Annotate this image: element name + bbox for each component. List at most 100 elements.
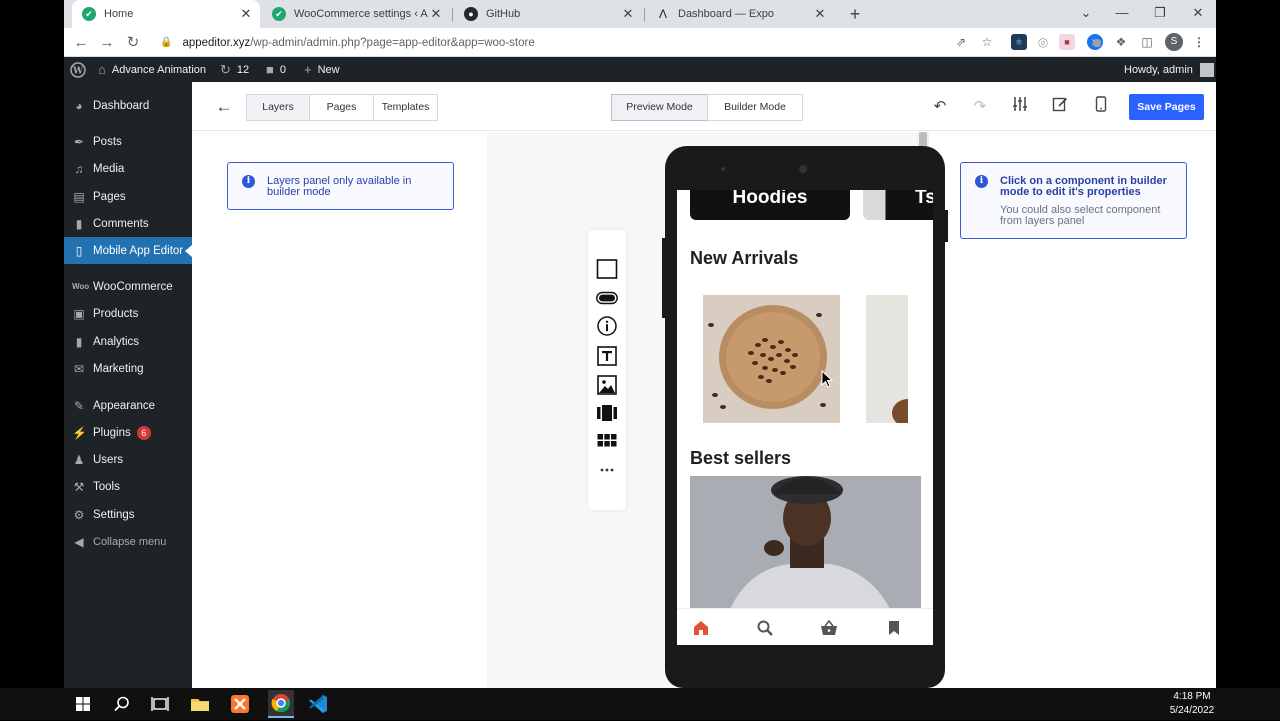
woo-icon: Woo: [72, 281, 90, 291]
avatar: [1199, 62, 1214, 77]
sidebar-item-pages[interactable]: ▤ Pages: [64, 183, 192, 210]
restore-icon[interactable]: ❐: [1142, 0, 1178, 28]
tab-expo[interactable]: Λ Dashboard — Expo ✕: [646, 0, 834, 28]
close-icon[interactable]: ✕: [812, 6, 828, 22]
puzzle-icon[interactable]: ❖: [1113, 34, 1129, 50]
menu-dots-icon[interactable]: ⋮: [1191, 34, 1207, 50]
back-icon[interactable]: ←: [70, 32, 92, 54]
grid-component-icon[interactable]: [596, 430, 618, 452]
category-label: Hoodies: [732, 190, 808, 208]
close-window-icon[interactable]: ✕: [1180, 0, 1216, 28]
category-card-tshirts[interactable]: Ts: [863, 190, 933, 220]
sidebar-item-plugins[interactable]: ⚡ Plugins 6: [64, 419, 192, 446]
sidebar-item-comments[interactable]: ▮ Comments: [64, 210, 192, 237]
more-components-icon[interactable]: [596, 459, 618, 481]
close-icon[interactable]: ✕: [620, 6, 636, 22]
tab-layers[interactable]: Layers: [246, 94, 310, 121]
sidebar-item-label: Tools: [93, 480, 120, 493]
tab-home[interactable]: ✔ Home ✕: [72, 0, 260, 28]
sidebar-item-marketing[interactable]: ✉ Marketing: [64, 355, 192, 382]
sidebar-item-settings[interactable]: ⚙ Settings: [64, 501, 192, 528]
save-pages-button[interactable]: Save Pages: [1129, 94, 1204, 120]
undo-icon[interactable]: ↶: [929, 96, 951, 118]
edit-icon[interactable]: [1049, 96, 1071, 118]
color-picker-icon[interactable]: ■: [1059, 34, 1075, 50]
sidebar-item-products[interactable]: ▣ Products: [64, 300, 192, 327]
product-image-sweater[interactable]: [690, 476, 921, 609]
category-label: Ts: [915, 190, 933, 208]
sidebar-item-appearance[interactable]: ✎ Appearance: [64, 392, 192, 419]
carousel-component-icon[interactable]: [596, 402, 618, 424]
url-host: appeditor.xyz: [182, 36, 251, 49]
globe-icon[interactable]: ◎: [1035, 34, 1051, 50]
image-component-icon[interactable]: [596, 374, 618, 396]
tab-pages[interactable]: Pages: [309, 94, 374, 121]
plus-icon: +: [304, 62, 312, 77]
bookmark-icon[interactable]: [885, 619, 903, 637]
sidebar-item-media[interactable]: ♫ Media: [64, 155, 192, 182]
task-view-icon[interactable]: [148, 692, 172, 716]
product-image-partial[interactable]: [866, 295, 908, 423]
clock-date: 5/24/2022: [1169, 705, 1215, 716]
new-arrivals-title: New Arrivals: [690, 248, 799, 268]
button-component-icon[interactable]: [596, 287, 618, 309]
react-devtools-icon[interactable]: ⚛: [1011, 34, 1027, 50]
close-icon[interactable]: ✕: [428, 6, 444, 22]
redo-icon[interactable]: ↷: [969, 96, 991, 118]
sidebar-item-woocommerce[interactable]: Woo WooCommerce: [64, 273, 192, 300]
sliders-icon[interactable]: [1009, 96, 1031, 118]
search-icon[interactable]: [756, 619, 774, 637]
sidebar-item-users[interactable]: ♟ Users: [64, 446, 192, 473]
comments-link[interactable]: ■ 0: [266, 57, 286, 82]
tab-woocommerce-settings[interactable]: ✔ WooCommerce settings ‹ Advanc ✕: [262, 0, 450, 28]
tab-search-icon[interactable]: ⌄: [1068, 0, 1104, 28]
sidebar-item-label: Comments: [93, 217, 149, 230]
sidebar-item-dashboard[interactable]: ◕ Dashboard: [64, 92, 192, 119]
wordpress-logo-icon[interactable]: W: [70, 57, 86, 82]
editor-toolbar: ← Layers Pages Templates Preview Mode Bu…: [192, 82, 1216, 131]
browser-toolbar: ← → ↻ 🔒 appeditor.xyz/wp-admin/admin.php…: [64, 28, 1216, 57]
mobile-device-icon[interactable]: [1090, 96, 1112, 118]
info-component-icon[interactable]: [596, 315, 618, 337]
text-component-icon[interactable]: [596, 345, 618, 367]
bookmark-star-icon[interactable]: ☆: [979, 34, 995, 50]
sidebar-item-posts[interactable]: ✒ Posts: [64, 128, 192, 155]
back-arrow-icon[interactable]: ←: [212, 95, 236, 119]
tab-separator: [644, 8, 645, 22]
reload-icon[interactable]: ↻: [122, 32, 144, 54]
side-panel-icon[interactable]: ◫: [1139, 34, 1155, 50]
home-icon[interactable]: [692, 619, 710, 637]
close-icon[interactable]: ✕: [238, 6, 254, 22]
sidebar-item-analytics[interactable]: ▮ Analytics: [64, 328, 192, 355]
site-name-link[interactable]: ⌂ Advance Animation: [98, 57, 206, 82]
new-content-link[interactable]: + New: [304, 57, 340, 82]
sidebar-item-mobile-app-editor[interactable]: ▯ Mobile App Editor: [64, 237, 192, 264]
properties-notice-text: Click on a component in builder mode to …: [1000, 175, 1167, 198]
collapse-menu-button[interactable]: ◀ Collapse menu: [64, 528, 192, 555]
file-explorer-icon[interactable]: [188, 692, 212, 716]
chrome-taskbar-icon[interactable]: [268, 690, 294, 718]
forward-icon[interactable]: →: [96, 32, 118, 54]
category-card-hoodies[interactable]: Hoodies: [690, 190, 850, 220]
minimize-icon[interactable]: —: [1104, 0, 1140, 28]
windows-start-icon[interactable]: [71, 692, 95, 716]
share-icon[interactable]: ⇗: [953, 34, 969, 50]
basket-icon[interactable]: [820, 619, 838, 637]
sidebar-item-label: Plugins: [93, 426, 131, 439]
tab-templates[interactable]: Templates: [373, 94, 438, 121]
tab-builder-mode[interactable]: Builder Mode: [707, 94, 803, 121]
sidebar-item-tools[interactable]: ⚒ Tools: [64, 473, 192, 500]
container-component-icon[interactable]: [596, 258, 618, 280]
vscode-icon[interactable]: [306, 692, 330, 716]
profile-avatar[interactable]: S: [1165, 33, 1183, 51]
xampp-icon[interactable]: [228, 692, 252, 716]
tab-preview-mode[interactable]: Preview Mode: [611, 94, 708, 121]
my-account-link[interactable]: Howdy, admin: [1124, 57, 1214, 82]
new-tab-button[interactable]: +: [844, 3, 866, 25]
address-bar[interactable]: 🔒 appeditor.xyz/wp-admin/admin.php?page=…: [156, 31, 1036, 54]
search-icon[interactable]: [110, 692, 134, 716]
updates-link[interactable]: ↻ 12: [220, 57, 249, 82]
system-clock[interactable]: 4:18 PM 5/24/2022: [1160, 690, 1224, 718]
tab-github[interactable]: ● GitHub ✕: [454, 0, 642, 28]
product-image-coffee[interactable]: [703, 295, 840, 423]
